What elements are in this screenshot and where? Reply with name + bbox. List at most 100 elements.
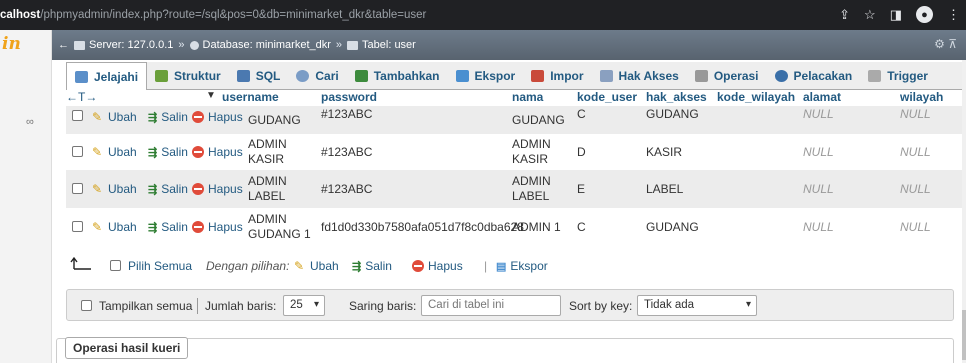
cell-hak-akses[interactable]: LABEL bbox=[646, 182, 683, 197]
tab-ekspor[interactable]: Ekspor bbox=[448, 63, 524, 89]
cell-password[interactable]: #123ABC bbox=[321, 107, 372, 122]
profile-avatar-icon[interactable]: ● bbox=[916, 6, 933, 23]
delete-row-button[interactable]: Hapus bbox=[192, 220, 243, 234]
cell-hak-akses[interactable]: GUDANG bbox=[646, 220, 699, 235]
cell-password[interactable]: fd1d0d330b7580afa051d7f8c0dba628 bbox=[321, 220, 524, 235]
breadcrumb-table[interactable]: Tabel: user bbox=[362, 39, 416, 51]
row-checkbox[interactable] bbox=[72, 110, 83, 121]
tab-operasi[interactable]: Operasi bbox=[687, 63, 767, 89]
copy-row-button[interactable]: ⇶ Salin bbox=[148, 220, 188, 234]
tab-sql[interactable]: SQL bbox=[229, 63, 289, 89]
row-checkbox[interactable] bbox=[72, 146, 83, 157]
cell-alamat[interactable]: NULL bbox=[803, 182, 834, 197]
cell-kode-user[interactable]: C bbox=[577, 220, 586, 235]
bulk-copy-button[interactable]: ⇶ Salin bbox=[352, 259, 392, 273]
settings-gear-icon[interactable]: ⚙ ⊼ bbox=[934, 37, 957, 51]
sidepanel-icon[interactable]: ◨ bbox=[890, 7, 902, 23]
cell-hak-akses[interactable]: KASIR bbox=[646, 145, 682, 160]
column-header-wilayah[interactable]: wilayah bbox=[900, 90, 943, 104]
cell-alamat[interactable]: NULL bbox=[803, 220, 834, 235]
bulk-edit-button[interactable]: ✎ Ubah bbox=[294, 259, 339, 273]
cell-password[interactable]: #123ABC bbox=[321, 145, 372, 160]
delete-row-button[interactable]: Hapus bbox=[192, 110, 243, 124]
tab-hak-akses[interactable]: Hak Akses bbox=[592, 63, 687, 89]
tab-impor[interactable]: Impor bbox=[523, 63, 591, 89]
copy-row-button[interactable]: ⇶ Salin bbox=[148, 110, 188, 124]
edit-row-button[interactable]: ✎ Ubah bbox=[92, 110, 137, 124]
cell-nama[interactable]: GUDANG bbox=[512, 113, 565, 128]
cell-username[interactable]: ADMIN LABEL bbox=[248, 174, 308, 204]
cell-wilayah[interactable]: NULL bbox=[900, 220, 931, 235]
row-checkbox[interactable] bbox=[72, 183, 83, 194]
select-all-link[interactable]: Pilih Semua bbox=[128, 259, 192, 273]
delete-row-button[interactable]: Hapus bbox=[192, 145, 243, 159]
table-row: ✎ Ubah ⇶ Salin Hapus ADMIN LABEL #123ABC A… bbox=[66, 170, 964, 208]
select-all-checkbox[interactable] bbox=[110, 260, 121, 271]
cell-nama[interactable]: ADMIN 1 bbox=[512, 220, 561, 235]
edit-row-button[interactable]: ✎ Ubah bbox=[92, 182, 137, 196]
link-icon[interactable]: ∞ bbox=[26, 116, 34, 128]
show-all-checkbox[interactable] bbox=[81, 300, 92, 311]
table-row: ✎ Ubah ⇶ Salin Hapus GUDANG #123ABC GUDANG… bbox=[66, 106, 964, 134]
column-header-password[interactable]: password bbox=[321, 90, 377, 104]
cell-alamat[interactable]: NULL bbox=[803, 145, 834, 160]
copy-row-button[interactable]: ⇶ Salin bbox=[148, 182, 188, 196]
column-header-alamat[interactable]: alamat bbox=[803, 90, 841, 104]
tab-trigger[interactable]: Trigger bbox=[860, 63, 936, 89]
cell-wilayah[interactable]: NULL bbox=[900, 107, 931, 122]
column-header-username[interactable]: username bbox=[222, 90, 279, 104]
tab-struktur[interactable]: Struktur bbox=[147, 63, 229, 89]
menu-kebab-icon[interactable]: ⋮ bbox=[947, 7, 960, 23]
row-checkbox[interactable] bbox=[72, 221, 83, 232]
cell-wilayah[interactable]: NULL bbox=[900, 145, 931, 160]
cell-nama[interactable]: ADMIN LABEL bbox=[512, 174, 567, 204]
column-header-hak-akses[interactable]: hak_akses bbox=[646, 90, 707, 104]
scrollbar-thumb[interactable] bbox=[962, 310, 966, 360]
copy-icon: ⇶ bbox=[148, 221, 158, 234]
column-toggle-arrows[interactable]: ←T→ bbox=[66, 90, 97, 104]
cell-kode-user[interactable]: C bbox=[577, 107, 586, 122]
column-header-kode-user[interactable]: kode_user bbox=[577, 90, 637, 104]
column-header-nama[interactable]: nama bbox=[512, 90, 543, 104]
copy-icon: ⇶ bbox=[148, 146, 158, 159]
delete-row-button[interactable]: Hapus bbox=[192, 182, 243, 196]
edit-row-button[interactable]: ✎ Ubah bbox=[92, 220, 137, 234]
breadcrumb-database[interactable]: Database: minimarket_dkr bbox=[203, 39, 331, 51]
cell-username[interactable]: ADMIN KASIR bbox=[248, 137, 308, 167]
options-dropdown-icon[interactable]: ▼ bbox=[206, 90, 216, 101]
cell-hak-akses[interactable]: GUDANG bbox=[646, 107, 699, 122]
copy-row-button[interactable]: ⇶ Salin bbox=[148, 145, 188, 159]
database-icon bbox=[189, 40, 199, 50]
operations-icon bbox=[694, 69, 708, 82]
navigation-options-panel: Tampilkan semua Jumlah baris: 25 ▾ Saring… bbox=[66, 289, 954, 321]
tab-jelajahi[interactable]: Jelajahi bbox=[66, 62, 148, 90]
browser-address-bar[interactable]: calhost/phpmyadmin/index.php?route=/sql&… bbox=[0, 0, 966, 30]
structure-icon bbox=[155, 69, 169, 82]
breadcrumb-server[interactable]: Server: 127.0.0.1 bbox=[89, 39, 173, 51]
bookmark-star-icon[interactable]: ☆ bbox=[864, 7, 876, 23]
share-icon[interactable]: ⇪ bbox=[839, 7, 850, 23]
cell-kode-user[interactable]: E bbox=[577, 182, 585, 197]
tab-cari[interactable]: Cari bbox=[288, 63, 346, 89]
rows-count-select[interactable]: 25 ▾ bbox=[283, 295, 325, 316]
cell-username[interactable]: GUDANG bbox=[248, 113, 301, 128]
show-all-label[interactable]: Tampilkan semua bbox=[99, 299, 192, 313]
vertical-scrollbar[interactable] bbox=[962, 60, 966, 363]
cell-wilayah[interactable]: NULL bbox=[900, 182, 931, 197]
cell-password[interactable]: #123ABC bbox=[321, 182, 372, 197]
cell-alamat[interactable]: NULL bbox=[803, 107, 834, 122]
table-row: ✎ Ubah ⇶ Salin Hapus ADMIN GUDANG 1 fd1d0d… bbox=[66, 208, 964, 246]
bulk-export-button[interactable]: ▤ Ekspor bbox=[496, 259, 548, 273]
tab-tambahkan[interactable]: Tambahkan bbox=[347, 63, 448, 89]
tab-pelacakan[interactable]: Pelacakan bbox=[767, 63, 861, 89]
filter-rows-input[interactable]: Cari di tabel ini bbox=[421, 295, 561, 316]
table-tabs: Jelajahi Struktur SQL Cari Tambahkan Eks… bbox=[66, 62, 964, 90]
column-header-kode-wilayah[interactable]: kode_wilayah bbox=[717, 90, 795, 104]
edit-row-button[interactable]: ✎ Ubah bbox=[92, 145, 137, 159]
back-arrow-icon[interactable]: ← bbox=[58, 39, 69, 51]
cell-nama[interactable]: ADMIN KASIR bbox=[512, 137, 567, 167]
cell-kode-user[interactable]: D bbox=[577, 145, 586, 160]
sort-by-key-select[interactable]: Tidak ada ▾ bbox=[637, 295, 757, 316]
bulk-delete-button[interactable]: Hapus bbox=[412, 259, 463, 273]
cell-username[interactable]: ADMIN GUDANG 1 bbox=[248, 212, 316, 242]
